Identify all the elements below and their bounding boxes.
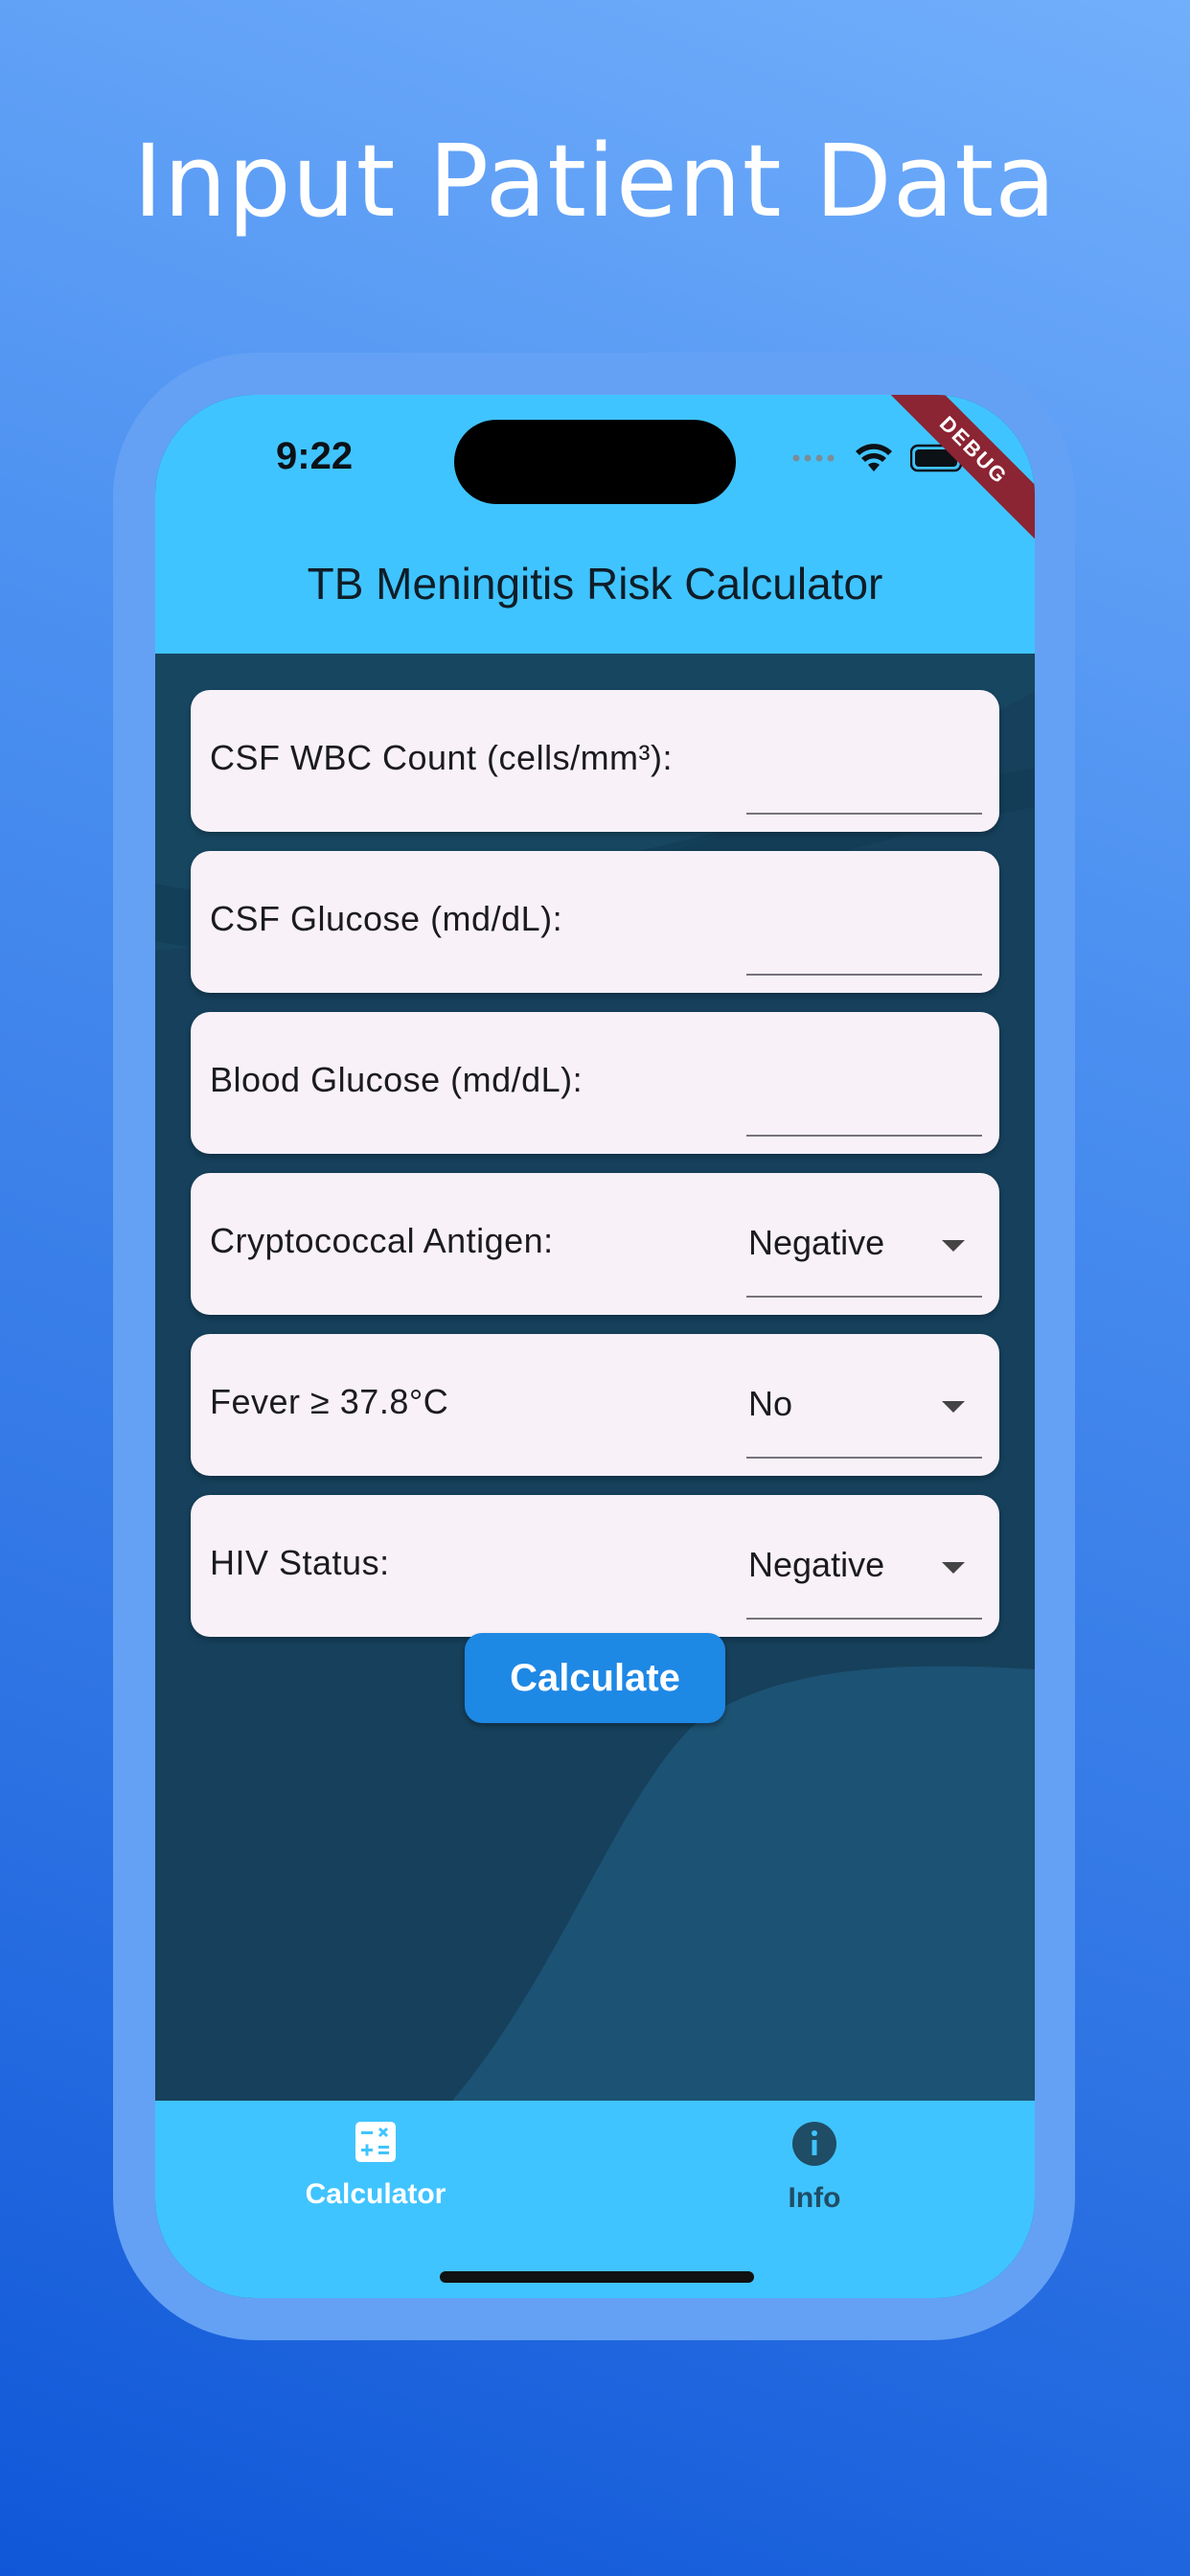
dynamic-island xyxy=(454,420,736,504)
home-indicator[interactable] xyxy=(440,2271,754,2283)
csf-wbc-label: CSF WBC Count (cells/mm³): xyxy=(210,738,674,777)
info-icon xyxy=(790,2122,838,2172)
crypto-antigen-card: Cryptococcal Antigen: Negative xyxy=(191,1173,999,1315)
fever-card: Fever ≥ 37.8°C No xyxy=(191,1334,999,1476)
hiv-status-dropdown[interactable]: Negative xyxy=(746,1528,982,1620)
nav-label-calculator: Calculator xyxy=(305,2178,446,2210)
nav-item-calculator[interactable]: Calculator xyxy=(232,2120,519,2211)
calculator-icon xyxy=(354,2122,398,2168)
status-icons xyxy=(791,441,968,479)
chevron-down-icon xyxy=(942,1562,965,1574)
status-time: 9:22 xyxy=(276,435,354,477)
blood-glucose-card: Blood Glucose (md/dL): xyxy=(191,1012,999,1154)
app-header: 9:22 DEBUG TB Meningitis Risk Calculator xyxy=(155,395,1035,654)
promo-headline: Input Patient Data xyxy=(133,123,1057,240)
nav-label-info: Info xyxy=(788,2182,841,2214)
fever-label: Fever ≥ 37.8°C xyxy=(210,1382,449,1421)
chevron-down-icon xyxy=(942,1401,965,1413)
phone-screen: 9:22 DEBUG TB Meningitis Risk Calculator… xyxy=(155,395,1035,2298)
csf-wbc-card: CSF WBC Count (cells/mm³): xyxy=(191,690,999,832)
crypto-antigen-value: Negative xyxy=(748,1223,885,1262)
fever-value: No xyxy=(748,1384,793,1423)
signal-icon xyxy=(791,451,837,469)
app-title: TB Meningitis Risk Calculator xyxy=(307,559,883,609)
bottom-navigation: Calculator Info xyxy=(155,2101,1035,2298)
hiv-status-label: HIV Status: xyxy=(210,1543,390,1582)
blood-glucose-input[interactable] xyxy=(746,1045,982,1137)
crypto-antigen-dropdown[interactable]: Negative xyxy=(746,1206,982,1298)
csf-glucose-label: CSF Glucose (md/dL): xyxy=(210,899,563,938)
hiv-status-card: HIV Status: Negative xyxy=(191,1495,999,1637)
nav-item-info[interactable]: Info xyxy=(671,2120,958,2215)
wifi-icon xyxy=(855,443,893,478)
csf-glucose-input[interactable] xyxy=(746,884,982,976)
chevron-down-icon xyxy=(942,1240,965,1252)
csf-wbc-input[interactable] xyxy=(746,723,982,815)
crypto-antigen-label: Cryptococcal Antigen: xyxy=(210,1221,554,1260)
csf-glucose-card: CSF Glucose (md/dL): xyxy=(191,851,999,993)
content-area: CSF WBC Count (cells/mm³): CSF Glucose (… xyxy=(155,654,1035,2101)
blood-glucose-label: Blood Glucose (md/dL): xyxy=(210,1060,584,1099)
hiv-status-value: Negative xyxy=(748,1545,885,1584)
fever-dropdown[interactable]: No xyxy=(746,1367,982,1459)
calculate-button[interactable]: Calculate xyxy=(465,1633,725,1723)
